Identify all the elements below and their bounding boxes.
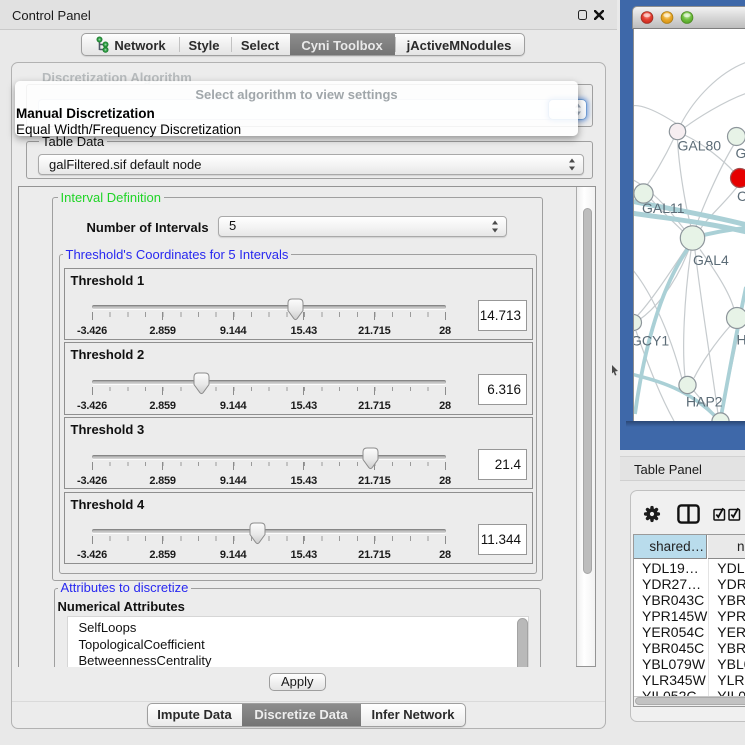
svg-text:GAL11: GAL11 — [642, 200, 685, 216]
svg-text:C: C — [737, 188, 745, 204]
svg-text:GAL4: GAL4 — [693, 252, 729, 268]
svg-text:GA: GA — [735, 145, 745, 161]
svg-text:HAP2: HAP2 — [686, 393, 723, 409]
svg-text:H: H — [736, 331, 745, 347]
svg-text:GCY1: GCY1 — [634, 332, 669, 348]
svg-text:GAL80: GAL80 — [677, 137, 721, 153]
